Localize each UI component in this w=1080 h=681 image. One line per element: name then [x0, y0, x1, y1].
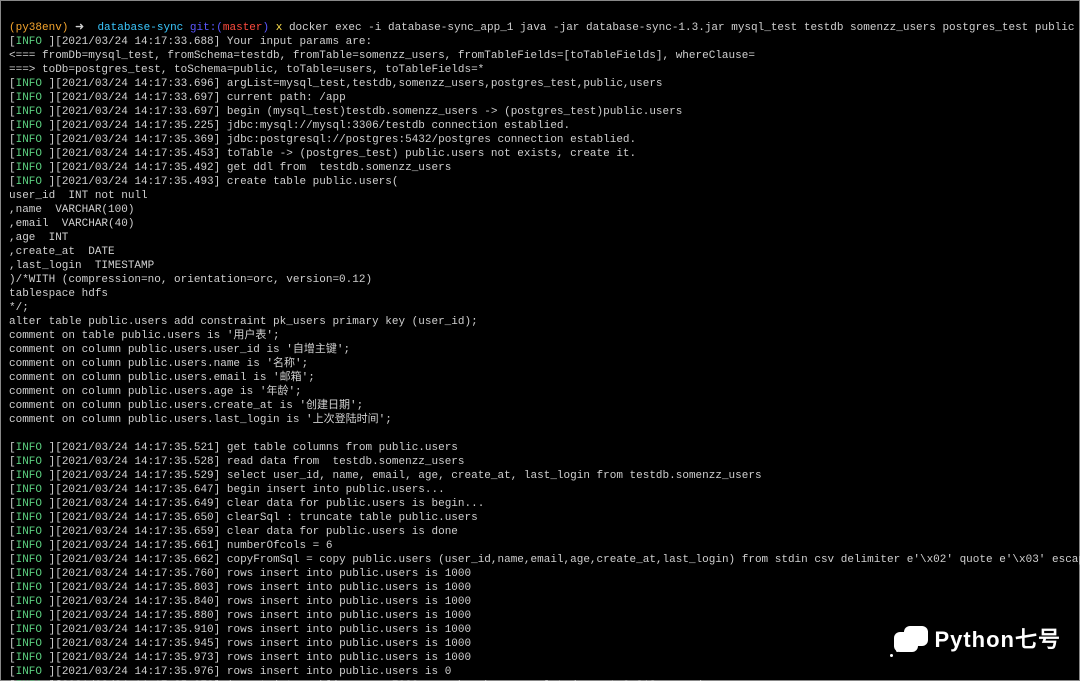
log-line: */;: [9, 302, 29, 314]
log-line: [INFO ][2021/03/24 14:17:35.647] begin i…: [9, 484, 445, 496]
log-line: [INFO ][2021/03/24 14:17:33.688] Your in…: [9, 36, 372, 48]
log-line: [INFO ][2021/03/24 14:17:35.976] rows in…: [9, 666, 451, 678]
git-open: git:(: [190, 22, 223, 34]
log-line: [INFO ][2021/03/24 14:17:35.803] rows in…: [9, 582, 471, 594]
log-line: [INFO ][2021/03/24 14:17:35.453] toTable…: [9, 148, 636, 160]
git-branch: master: [223, 22, 263, 34]
log-line: )/*WITH (compression=no, orientation=orc…: [9, 274, 372, 286]
log-line: [INFO ][2021/03/24 14:17:35.529] select …: [9, 470, 762, 482]
prompt-line: (py38env) ➜ database-sync git:(master) x…: [9, 22, 1080, 34]
command-text: docker exec -i database-sync_app_1 java …: [289, 22, 1080, 34]
log-line: ,age INT: [9, 232, 68, 244]
log-line: ,create_at DATE: [9, 246, 115, 258]
log-line: [INFO ][2021/03/24 14:17:35.661] numberO…: [9, 540, 332, 552]
log-line: ===> toDb=postgres_test, toSchema=public…: [9, 64, 484, 76]
log-line: ,last_login TIMESTAMP: [9, 260, 154, 272]
git-close: ): [263, 22, 270, 34]
log-line: [INFO ][2021/03/24 14:17:33.697] current…: [9, 92, 346, 104]
log-line: [INFO ][2021/03/24 14:17:33.696] argList…: [9, 78, 663, 90]
watermark-text: Python七号: [934, 633, 1061, 647]
log-line: [INFO ][2021/03/24 14:17:35.910] rows in…: [9, 624, 471, 636]
log-line: comment on column public.users.age is '年…: [9, 386, 302, 398]
terminal-output[interactable]: (py38env) ➜ database-sync git:(master) x…: [9, 7, 1071, 681]
log-line: [INFO ][2021/03/24 14:17:35.528] read da…: [9, 456, 465, 468]
log-line: comment on column public.users.create_at…: [9, 400, 363, 412]
log-line: [INFO ][2021/03/24 14:17:35.760] rows in…: [9, 568, 471, 580]
log-line: comment on table public.users is '用户表';: [9, 330, 280, 342]
log-line: comment on column public.users.user_id i…: [9, 344, 350, 356]
log-line: [INFO ][2021/03/24 14:17:35.492] get ddl…: [9, 162, 451, 174]
log-line: [INFO ][2021/03/24 14:17:35.973] rows in…: [9, 652, 471, 664]
log-line: tablespace hdfs: [9, 288, 108, 300]
log-line: <=== fromDb=mysql_test, fromSchema=testd…: [9, 50, 755, 62]
log-line: [INFO ][2021/03/24 14:17:33.697] begin (…: [9, 106, 682, 118]
wechat-icon: [894, 626, 928, 654]
log-line: alter table public.users add constraint …: [9, 316, 478, 328]
log-line: [INFO ][2021/03/24 14:17:35.649] clear d…: [9, 498, 484, 510]
watermark: Python七号: [894, 626, 1061, 654]
log-line: [INFO ][2021/03/24 14:17:35.880] rows in…: [9, 610, 471, 622]
terminal-window[interactable]: (py38env) ➜ database-sync git:(master) x…: [0, 0, 1080, 681]
log-line: [INFO ][2021/03/24 14:17:35.659] clear d…: [9, 526, 458, 538]
log-line: [INFO ][2021/03/24 14:17:35.225] jdbc:my…: [9, 120, 570, 132]
log-line: ,name VARCHAR(100): [9, 204, 134, 216]
log-line: [INFO ][2021/03/24 14:17:35.521] get tab…: [9, 442, 458, 454]
log-line: [INFO ][2021/03/24 14:17:35.840] rows in…: [9, 596, 471, 608]
log-line: [INFO ][2021/03/24 14:17:35.369] jdbc:po…: [9, 134, 636, 146]
log-line: comment on column public.users.name is '…: [9, 358, 308, 370]
log-line: [INFO ][2021/03/24 14:17:35.650] clearSq…: [9, 512, 478, 524]
log-line: [INFO ][2021/03/24 14:17:35.493] create …: [9, 176, 399, 188]
log-line: comment on column public.users.email is …: [9, 372, 315, 384]
working-dir: database-sync: [97, 22, 183, 34]
log-line: [INFO ][2021/03/24 14:17:35.945] rows in…: [9, 638, 471, 650]
env-name: (py38env): [9, 22, 68, 34]
log-line: [INFO ][2021/03/24 14:17:35.662] copyFro…: [9, 554, 1080, 566]
status-x: x: [276, 22, 283, 34]
log-line: ,email VARCHAR(40): [9, 218, 134, 230]
log-line: comment on column public.users.last_logi…: [9, 414, 392, 426]
log-line: user_id INT not null: [9, 190, 148, 202]
prompt-arrow: ➜: [75, 22, 84, 34]
